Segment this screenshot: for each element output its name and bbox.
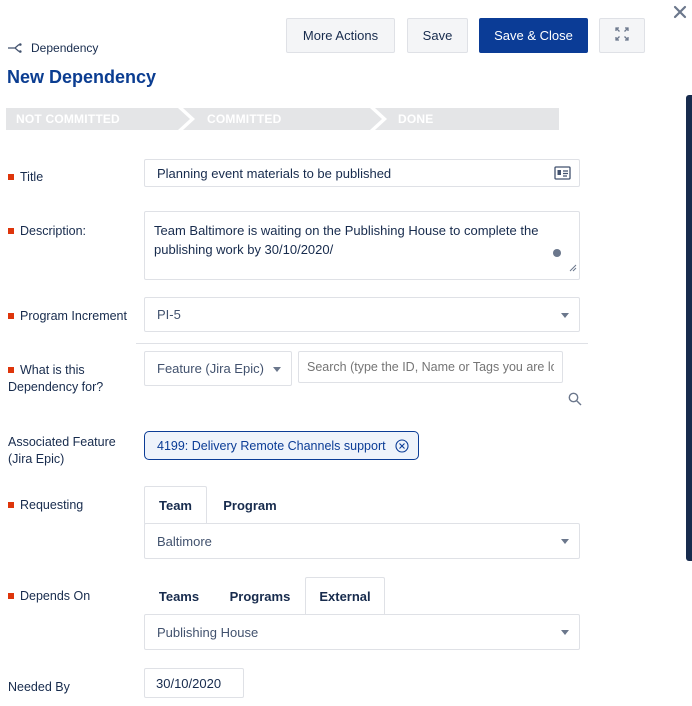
breadcrumb: Dependency xyxy=(8,40,98,56)
associated-feature-chip-label: 4199: Delivery Remote Channels support xyxy=(157,438,386,453)
page-title: New Dependency xyxy=(7,67,157,87)
dependency-type-select[interactable]: Feature (Jira Epic) xyxy=(144,351,292,386)
associated-feature-label: Associated Feature (Jira Epic) xyxy=(8,435,116,466)
description-value: Team Baltimore is waiting on the Publish… xyxy=(154,223,539,257)
requesting-value: Baltimore xyxy=(157,533,212,549)
program-increment-label: Program Increment xyxy=(8,308,127,325)
workflow-step-done[interactable]: DONE xyxy=(398,108,433,130)
required-marker xyxy=(8,502,14,508)
description-textarea[interactable]: Team Baltimore is waiting on the Publish… xyxy=(144,211,580,280)
chevron-down-icon xyxy=(561,312,569,318)
title-input-value: Planning event materials to be published xyxy=(157,165,392,181)
save-button[interactable]: Save xyxy=(407,18,468,53)
workflow-status-bar: NOT COMMITTED COMMITTED DONE xyxy=(6,108,559,130)
depends-on-label: Depends On xyxy=(8,588,90,605)
required-marker xyxy=(8,593,14,599)
associated-feature-chip[interactable]: 4199: Delivery Remote Channels support xyxy=(144,431,419,460)
tab-team[interactable]: Team xyxy=(144,486,207,524)
requesting-label: Requesting xyxy=(8,497,83,514)
needed-by-date-input[interactable]: 30/10/2020 xyxy=(144,668,244,698)
search-icon[interactable] xyxy=(568,392,582,409)
grammar-indicator-icon[interactable] xyxy=(553,249,561,257)
id-card-icon[interactable] xyxy=(554,166,571,183)
breadcrumb-label[interactable]: Dependency xyxy=(31,41,98,55)
tab-teams[interactable]: Teams xyxy=(148,577,210,615)
dependency-type-value: Feature (Jira Epic) xyxy=(157,361,264,376)
tab-program[interactable]: Program xyxy=(214,486,286,524)
feature-search-input[interactable] xyxy=(298,351,563,383)
remove-chip-icon[interactable] xyxy=(395,439,409,456)
required-marker xyxy=(8,313,14,319)
program-increment-value: PI-5 xyxy=(157,307,181,322)
more-actions-button[interactable]: More Actions xyxy=(286,18,395,53)
workflow-step-not-committed[interactable]: NOT COMMITTED xyxy=(16,108,120,130)
title-label: Title xyxy=(8,169,43,186)
title-input[interactable]: Planning event materials to be published xyxy=(144,159,580,187)
tab-external[interactable]: External xyxy=(305,577,385,615)
needed-by-value: 30/10/2020 xyxy=(156,675,222,691)
workflow-step-committed[interactable]: COMMITTED xyxy=(207,108,281,130)
depends-on-value: Publishing House xyxy=(157,624,259,640)
description-label: Description: xyxy=(8,223,86,240)
required-marker xyxy=(8,174,14,180)
scrollbar[interactable] xyxy=(686,95,692,561)
required-marker xyxy=(8,228,14,234)
close-icon[interactable] xyxy=(670,1,690,23)
save-close-button[interactable]: Save & Close xyxy=(479,18,588,53)
resize-handle-icon[interactable] xyxy=(569,258,577,277)
needed-by-label: Needed By xyxy=(8,680,70,694)
expand-button[interactable] xyxy=(599,18,645,53)
tab-programs[interactable]: Programs xyxy=(224,577,296,615)
dependency-for-label: What is this Dependency for? xyxy=(8,363,104,394)
expand-icon xyxy=(615,27,629,44)
chevron-down-icon xyxy=(273,366,281,372)
requesting-select[interactable]: Baltimore xyxy=(144,523,580,559)
divider xyxy=(136,343,588,344)
program-increment-select[interactable]: PI-5 xyxy=(144,297,580,332)
chevron-down-icon xyxy=(561,630,569,635)
required-marker xyxy=(8,367,14,373)
depends-on-select[interactable]: Publishing House xyxy=(144,614,580,650)
chevron-down-icon xyxy=(561,539,569,544)
dependency-icon xyxy=(8,43,23,53)
